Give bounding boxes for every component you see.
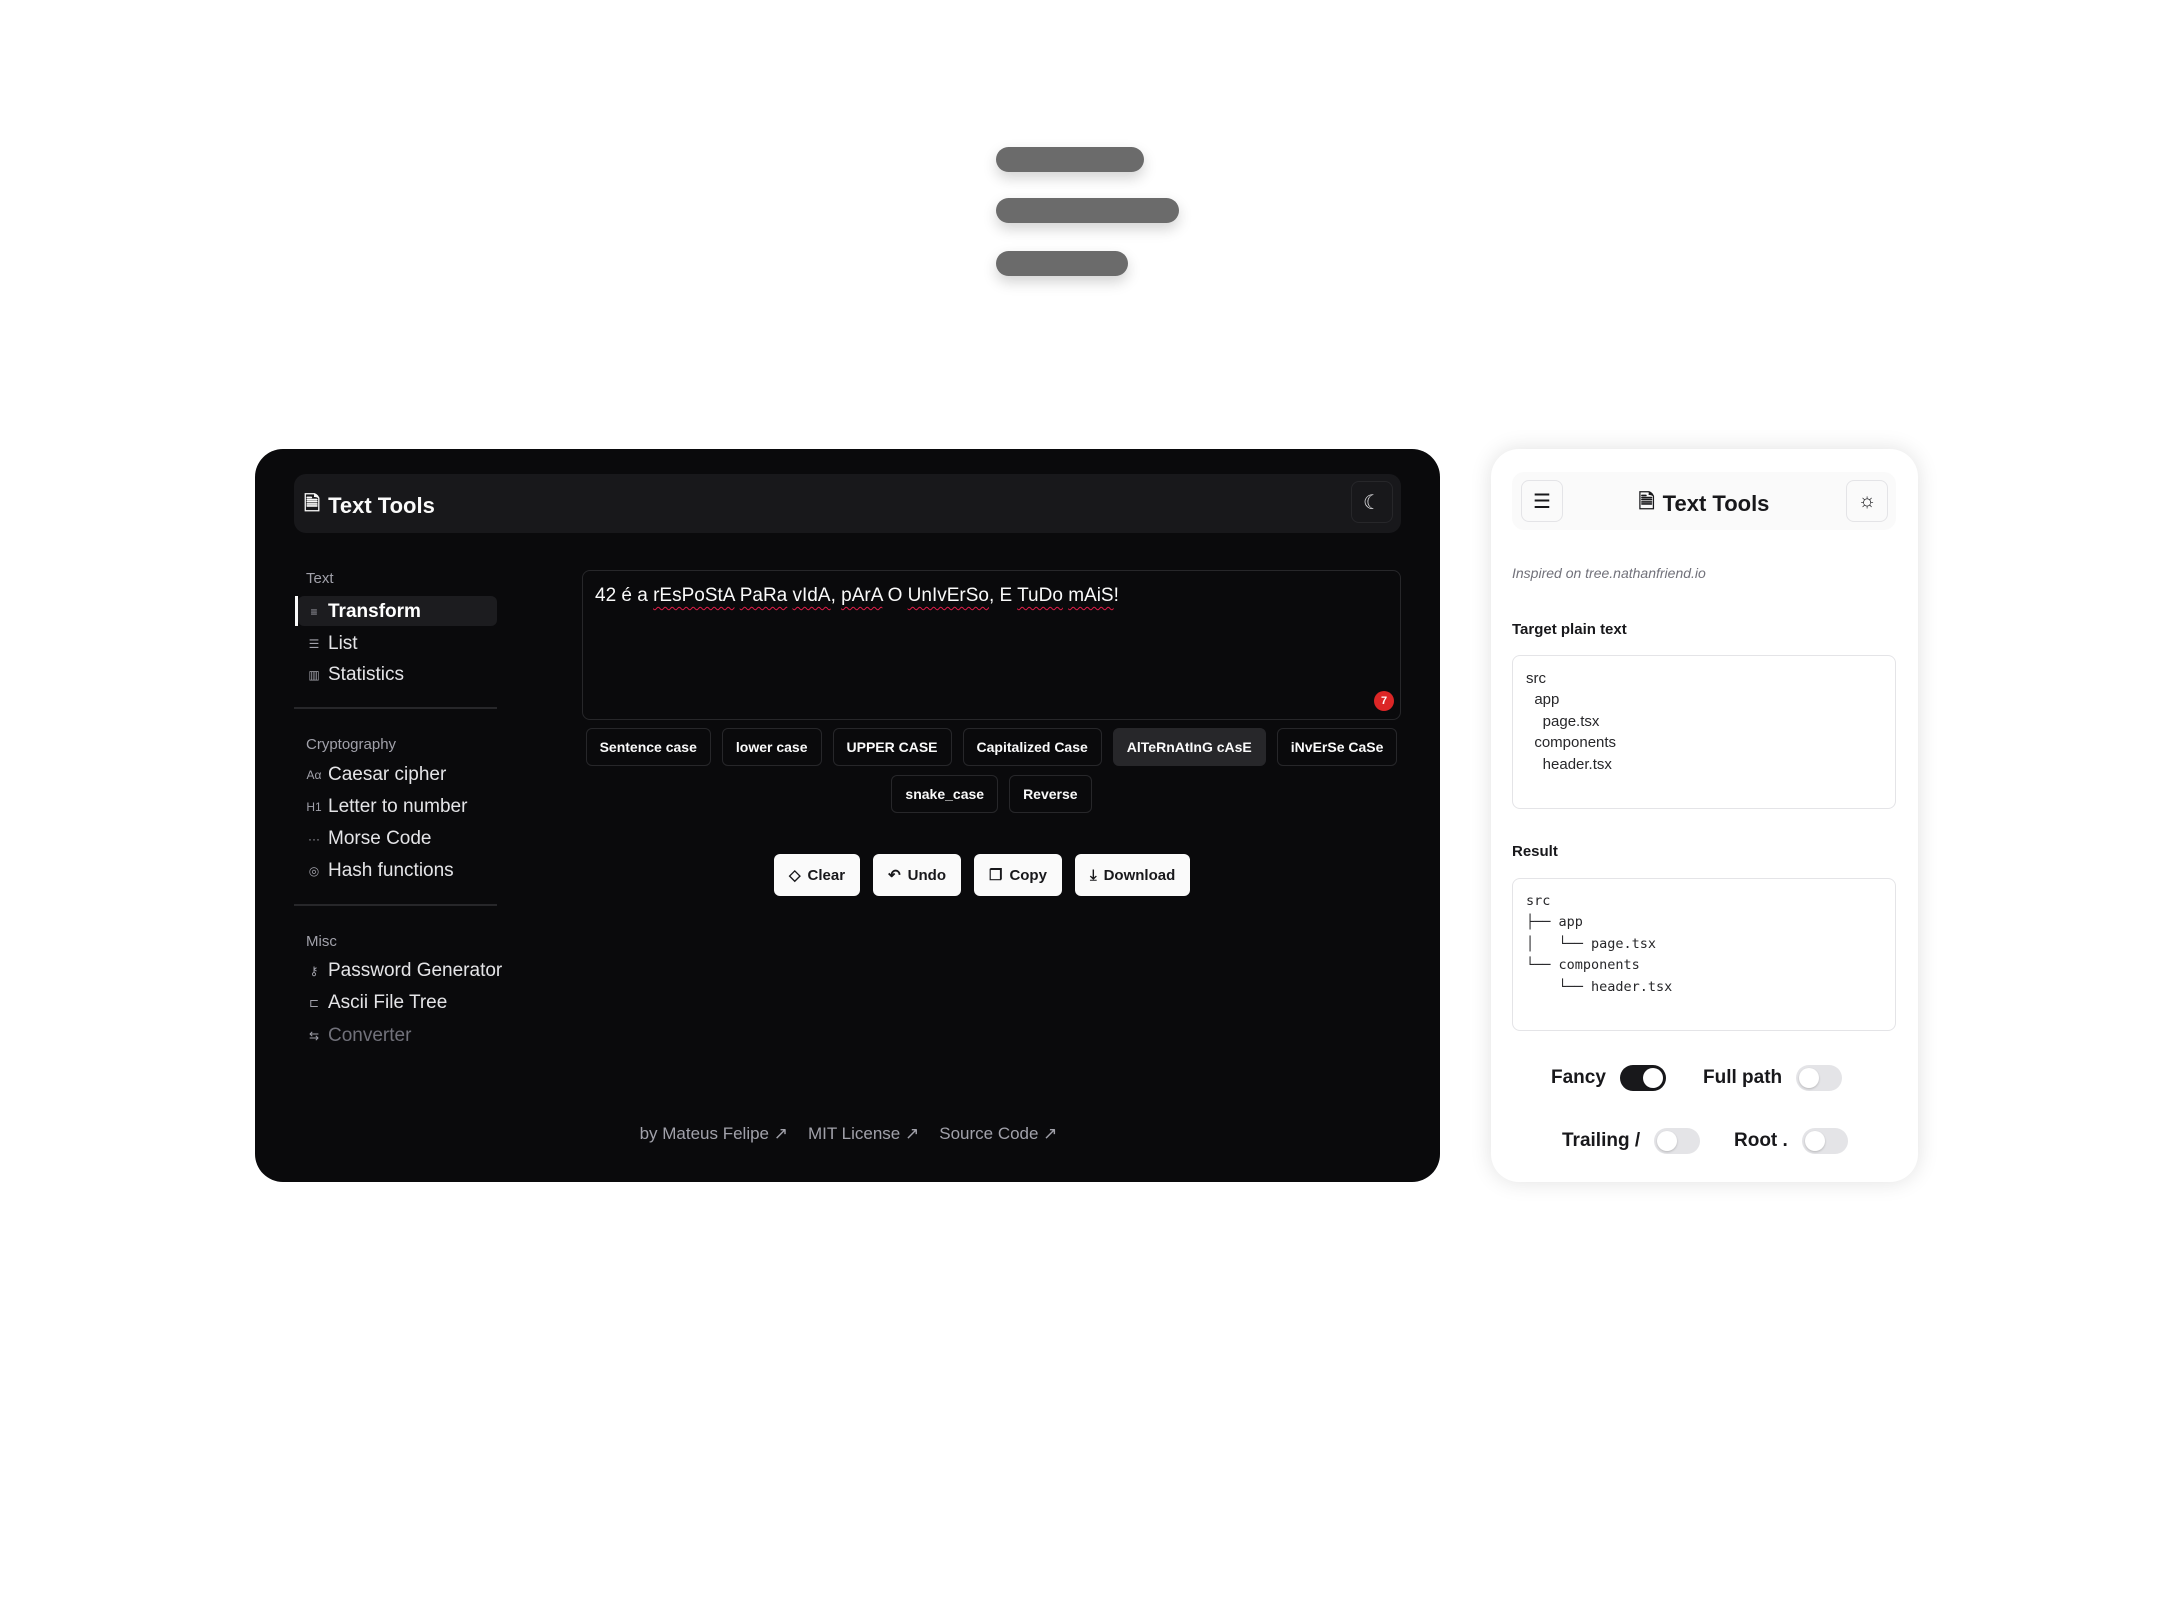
divider [294, 904, 497, 906]
case-button-alternating-case[interactable]: AlTeRnAtInG cAsE [1112, 728, 1266, 766]
case-button-sentence-case[interactable]: Sentence case [585, 728, 711, 766]
section-misc: Misc [306, 933, 337, 950]
ascii-file-tree-icon: ⊏ [308, 996, 320, 1010]
letter-to-number-icon: H1 [306, 800, 322, 814]
download-icon: ⤓ [1089, 866, 1097, 884]
switch-trailing[interactable] [1654, 1128, 1701, 1154]
toggle-full-path: Full path [1703, 1065, 1843, 1091]
error-count-badge[interactable]: 7 [1374, 691, 1394, 711]
divider [294, 707, 497, 709]
sidebar-item-password-generator[interactable]: ⚷ Password Generator [306, 956, 503, 986]
copy-button[interactable]: ❐ Copy [973, 854, 1062, 896]
input-text: 42 é a rEsPoStA PaRa vIdA, pArA O UnIvEr… [595, 585, 1119, 606]
toggle-trailing: Trailing / [1562, 1128, 1701, 1154]
statistics-icon: ▥ [308, 668, 320, 682]
file-icon: 🗎 [304, 493, 321, 515]
case-buttons-row2: snake_case Reverse [582, 775, 1401, 813]
sidebar-item-transform[interactable]: ≡ Transform [306, 597, 420, 627]
result-label: Result [1512, 843, 1558, 860]
transform-icon: ≡ [310, 605, 318, 619]
result-textarea[interactable]: src ├── app │ └── page.tsx └── component… [1512, 878, 1896, 1031]
theme-toggle-button[interactable]: ☾ [1351, 481, 1393, 523]
sidebar-item-statistics[interactable]: ▥ Statistics [306, 660, 404, 690]
light-app-window: ☰ 🗎 Text Tools ☼ Inspired on tree.nathan… [1491, 449, 1918, 1182]
case-button-reverse[interactable]: Reverse [1009, 775, 1092, 813]
undo-button[interactable]: ↶ Undo [873, 854, 961, 896]
caesar-cipher-icon: Aα [306, 768, 322, 782]
footer-link-1[interactable]: MIT License ↗ [808, 1124, 919, 1144]
case-button-upper-case[interactable]: UPPER CASE [832, 728, 952, 766]
case-button-snake-case[interactable]: snake_case [891, 775, 999, 813]
switch-full-path[interactable] [1796, 1065, 1843, 1091]
download-button[interactable]: ⤓ Download [1074, 854, 1191, 896]
sidebar-item-morse-code[interactable]: ··· Morse Code [306, 824, 432, 854]
header: ☰ 🗎 Text Tools ☼ [1512, 472, 1896, 530]
sidebar-item-caesar-cipher[interactable]: Aα Caesar cipher [306, 760, 447, 790]
converter-icon: ⇆ [308, 1029, 320, 1043]
sidebar-item-hash-functions[interactable]: ◎ Hash functions [306, 856, 454, 886]
case-buttons: Sentence case lower case UPPER CASE Capital… [582, 728, 1401, 766]
footer: by Mateus Felipe ↗ MIT License ↗ Source Co… [255, 1124, 1440, 1144]
file-icon: 🗎 [1638, 491, 1655, 513]
app-title[interactable]: 🗎 Text Tools [1512, 487, 1896, 521]
password-generator-icon: ⚷ [309, 964, 319, 978]
inspired-note: Inspired on tree.nathanfriend.io [1512, 565, 1706, 581]
text-input[interactable]: 42 é a rEsPoStA PaRa vIdA, pArA O UnIvEr… [582, 570, 1401, 720]
app-title[interactable]: 🗎 Text Tools [304, 489, 435, 523]
dark-app-window: 🗎 Text Tools ☾ Text ≡ Transform ☰ List ▥ Stati… [255, 449, 1440, 1182]
action-buttons: ◇ Clear ↶ Undo ❐ Copy ⤓ Download [774, 854, 1191, 896]
clear-icon: ◇ [789, 867, 801, 884]
sidebar-item-letter-to-number[interactable]: H1 Letter to number [306, 792, 467, 822]
case-button-capitalized-case[interactable]: Capitalized Case [962, 728, 1102, 766]
sidebar-item-converter[interactable]: ⇆ Converter [306, 1021, 411, 1051]
target-textarea[interactable]: src app page.tsx components header.tsx [1512, 655, 1896, 809]
switch-fancy[interactable] [1619, 1065, 1666, 1091]
copy-icon: ❐ [988, 867, 1003, 884]
switch-root[interactable] [1801, 1128, 1848, 1154]
list-icon: ☰ [308, 637, 320, 651]
morse-code-icon: ··· [308, 832, 320, 846]
footer-link-2[interactable]: Source Code ↗ [939, 1124, 1057, 1144]
toggle-root: Root . [1734, 1128, 1848, 1154]
theme-toggle-button[interactable]: ☼ [1846, 480, 1888, 522]
toggle-fancy: Fancy [1551, 1065, 1666, 1091]
case-button-lower-case[interactable]: lower case [721, 728, 822, 766]
sidebar-item-ascii-file-tree[interactable]: ⊏ Ascii File Tree [306, 988, 447, 1018]
clear-button[interactable]: ◇ Clear [774, 854, 861, 896]
hash-functions-icon: ◎ [308, 864, 320, 878]
section-text: Text [306, 570, 334, 587]
section-cryptography: Cryptography [306, 736, 397, 753]
sidebar-item-list[interactable]: ☰ List [306, 629, 358, 659]
case-button-inverse-case[interactable]: iNvErSe CaSe [1276, 728, 1398, 766]
header: 🗎 Text Tools ☾ [294, 474, 1401, 533]
moon-icon: ☾ [1363, 491, 1381, 514]
sun-icon: ☼ [1857, 489, 1877, 512]
target-label: Target plain text [1512, 621, 1627, 638]
undo-icon: ↶ [888, 867, 901, 884]
inspired-link[interactable]: tree.nathanfriend.io [1585, 565, 1706, 581]
footer-link-0[interactable]: by Mateus Felipe ↗ [640, 1124, 788, 1144]
